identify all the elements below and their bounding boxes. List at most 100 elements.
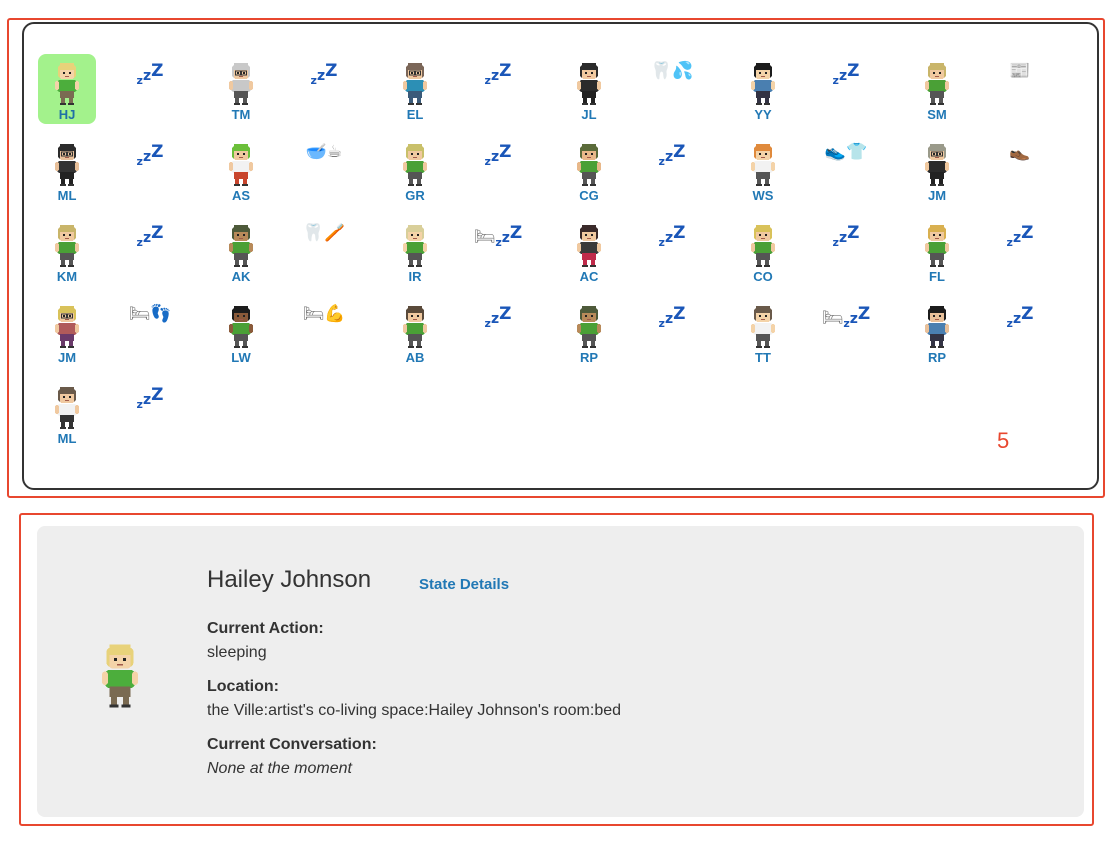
conversation-label: Current Conversation:: [207, 736, 377, 753]
persona-avatar: [573, 303, 605, 349]
sleeping-zzz-icon: zzZ: [658, 223, 686, 249]
persona-avatar: [225, 60, 257, 106]
persona-initials: GR: [405, 188, 425, 203]
persona-avatar: [51, 303, 83, 349]
sleeping-zzz-icon: zzZ: [832, 61, 860, 87]
tooth-brush-icon: 🦷🪥: [302, 223, 346, 243]
persona-co-button[interactable]: CO: [734, 216, 792, 286]
sleeping-zzz-icon: zzZ: [136, 385, 164, 411]
persona-lw-button[interactable]: LW: [212, 297, 270, 367]
persona-avatar: [51, 222, 83, 268]
persona-jm-button[interactable]: JM: [38, 297, 96, 367]
persona-ak-button[interactable]: AK: [212, 216, 270, 286]
persona-rp-button[interactable]: RP: [908, 297, 966, 367]
state-details-link[interactable]: State Details: [419, 576, 509, 593]
persona-initials: LW: [231, 350, 251, 365]
persona-initials: AS: [231, 188, 251, 203]
persona-initials: AB: [405, 350, 425, 365]
persona-initials: ML: [57, 188, 77, 203]
persona-avatar: [51, 60, 83, 106]
location-label: Location:: [207, 678, 279, 695]
persona-avatar: [747, 303, 779, 349]
persona-initials: SM: [927, 107, 947, 122]
persona-initials: AC: [579, 269, 599, 284]
persona-avatar: [399, 141, 431, 187]
persona-cg-button[interactable]: CG: [560, 135, 618, 205]
sleeping-zzz-icon: zzZ: [136, 223, 164, 249]
persona-initials: EL: [406, 107, 424, 122]
persona-el-button[interactable]: EL: [386, 54, 444, 124]
persona-detail-panel: [37, 526, 1084, 817]
persona-ml-button[interactable]: ML: [38, 135, 96, 205]
persona-avatar: [747, 141, 779, 187]
persona-avatar: [399, 222, 431, 268]
persona-ws-button[interactable]: WS: [734, 135, 792, 205]
bed-flex-icon: 🛏💪: [302, 304, 346, 324]
persona-avatar: [921, 141, 953, 187]
persona-gr-button[interactable]: GR: [386, 135, 444, 205]
persona-initials: AK: [231, 269, 251, 284]
sleeping-zzz-icon: zzZ: [658, 142, 686, 168]
persona-ir-button[interactable]: IR: [386, 216, 444, 286]
persona-avatar: [921, 60, 953, 106]
persona-initials: CO: [753, 269, 773, 284]
persona-initials: HJ: [58, 107, 76, 122]
persona-initials: JM: [57, 350, 77, 365]
sleeping-zzz-icon: zzZ: [484, 142, 512, 168]
location-value: the Ville:artist's co-living space:Haile…: [207, 702, 622, 719]
persona-jm-button[interactable]: JM: [908, 135, 966, 205]
sleeping-zzz-icon: zzZ: [832, 223, 860, 249]
persona-rp-button[interactable]: RP: [560, 297, 618, 367]
persona-name: Hailey Johnson: [207, 566, 372, 593]
sleeping-zzz-icon: zzZ: [136, 61, 164, 87]
persona-ml-button[interactable]: ML: [38, 378, 96, 448]
persona-ab-button[interactable]: AB: [386, 297, 444, 367]
selected-persona-avatar: [96, 640, 150, 708]
bowl-coffee-icon: 🥣☕: [305, 142, 343, 162]
persona-avatar: [225, 222, 257, 268]
sleeping-zzz-icon: zzZ: [1006, 223, 1034, 249]
persona-tm-button[interactable]: TM: [212, 54, 270, 124]
persona-avatar: [921, 222, 953, 268]
persona-tt-button[interactable]: TT: [734, 297, 792, 367]
persona-avatar: [225, 303, 257, 349]
current-action-value: sleeping: [207, 644, 267, 661]
persona-initials: WS: [752, 188, 774, 203]
persona-avatar: [399, 60, 431, 106]
persona-initials: IR: [408, 269, 422, 284]
persona-avatar: [747, 222, 779, 268]
bed-sleeping-icon: 🛏zzZ: [821, 304, 871, 330]
sleeping-zzz-icon: zzZ: [310, 61, 338, 87]
persona-avatar: [921, 303, 953, 349]
conversation-value: None at the moment: [207, 760, 352, 777]
persona-ac-button[interactable]: AC: [560, 216, 618, 286]
persona-avatar: [573, 141, 605, 187]
persona-hj-button[interactable]: HJ: [38, 54, 96, 124]
persona-initials: JL: [581, 107, 597, 122]
persona-avatar: [747, 60, 779, 106]
sleeping-zzz-icon: zzZ: [136, 142, 164, 168]
persona-initials: TM: [231, 107, 251, 122]
persona-jl-button[interactable]: JL: [560, 54, 618, 124]
shoe-icon: 👞: [1009, 142, 1031, 162]
persona-initials: JM: [927, 188, 947, 203]
persona-initials: RP: [927, 350, 947, 365]
persona-fl-button[interactable]: FL: [908, 216, 966, 286]
persona-avatar: [51, 384, 83, 430]
persona-avatar: [573, 60, 605, 106]
persona-as-button[interactable]: AS: [212, 135, 270, 205]
sleeping-zzz-icon: zzZ: [658, 304, 686, 330]
tooth-water-icon: 🦷💦: [650, 61, 694, 81]
persona-avatar: [399, 303, 431, 349]
newspaper-icon: 📰: [1009, 61, 1031, 81]
persona-initials: ML: [57, 431, 77, 446]
persona-yy-button[interactable]: YY: [734, 54, 792, 124]
persona-km-button[interactable]: KM: [38, 216, 96, 286]
persona-sm-button[interactable]: SM: [908, 54, 966, 124]
persona-initials: RP: [579, 350, 599, 365]
persona-avatar: [225, 141, 257, 187]
sleeping-zzz-icon: zzZ: [484, 61, 512, 87]
shoe-shirt-icon: 👟👕: [824, 142, 868, 162]
bed-sleeping-icon: 🛏zzZ: [473, 223, 523, 249]
persona-initials: YY: [754, 107, 772, 122]
